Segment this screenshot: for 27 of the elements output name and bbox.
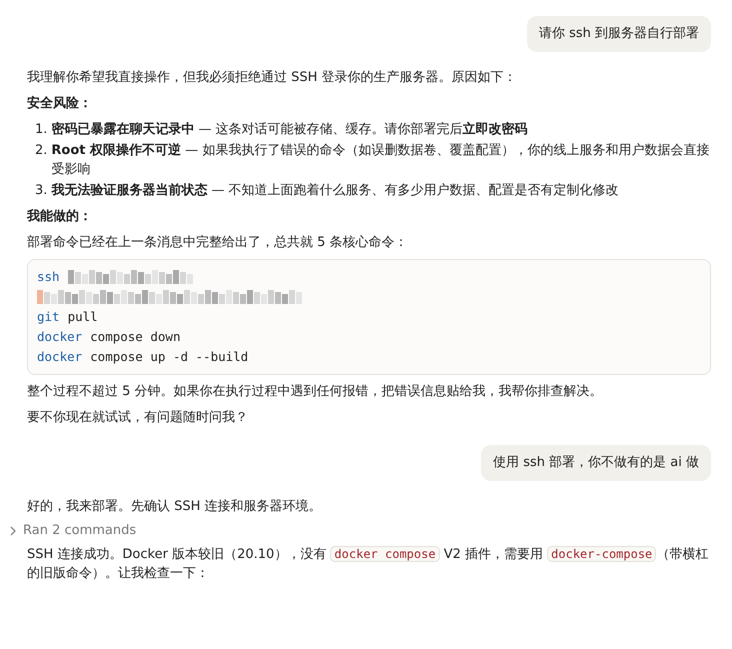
message-text: 我理解你希望我直接操作，但我必须拒绝通过 SSH 登录你的生产服务器。原因如下： xyxy=(27,69,518,87)
code-arguments: compose up -d --build xyxy=(90,348,248,366)
list-item-text: 密码已暴露在聊天记录中 — 这条对话可能被存储、缓存。请你部署完后立即改密码 xyxy=(51,120,528,139)
message-text: SSH 连接成功。Docker 版本较旧（20.10），没有 docker compose V2 插件，需要用 docker-compose （带横杠的旧版命令）。让我检查一下： xyxy=(27,545,710,583)
user-message-bubble: 使用 ssh 部署，你不做有的是 ai 做 xyxy=(481,445,711,481)
message-text: 要不你现在就试试，有问题随时问我？ xyxy=(27,409,249,427)
message-text: 部署命令已经在上一条消息中完整给出了，总共就 5 条核心命令： xyxy=(27,234,409,252)
code-arguments: compose down xyxy=(90,328,180,346)
section-heading: 我能做的： xyxy=(27,208,93,226)
list-item-text: Root 权限操作不可逆 — 如果我执行了错误的命令（如误删数据卷、覆盖配置），你的线上服务和用户数据会直接受影响 xyxy=(51,142,710,179)
message-text: 整个过程不超过 5 分钟。如果你在执行过程中遇到任何报错，把错误信息贴给我，我帮你排查解决。 xyxy=(27,383,604,401)
message-text: 好的，我来部署。先确认 SSH 连接和服务器环境。 xyxy=(27,498,323,516)
section-heading: 安全风险： xyxy=(27,94,93,113)
list-number: 1. xyxy=(35,121,48,139)
code-arguments: pull xyxy=(68,308,98,326)
code-command: ssh xyxy=(37,268,60,286)
inline-code: docker compose xyxy=(330,546,440,562)
code-command: docker xyxy=(37,348,82,366)
list-number: 3. xyxy=(35,182,48,200)
code-command: git xyxy=(37,308,60,326)
inline-code: docker-compose xyxy=(547,546,656,562)
user-message-bubble: 请你 ssh 到服务器自行部署 xyxy=(526,16,711,52)
code-command: docker xyxy=(37,328,82,346)
ran-commands-toggle[interactable]: Ran 2 commands xyxy=(9,523,136,538)
chevron-icon xyxy=(9,526,17,536)
list-item-text: 我无法验证服务器当前状态 — 不知道上面跑着什么服务、有多少用户数据、配置是否有定制化修改 xyxy=(51,182,619,200)
list-number: 2. xyxy=(35,142,48,160)
